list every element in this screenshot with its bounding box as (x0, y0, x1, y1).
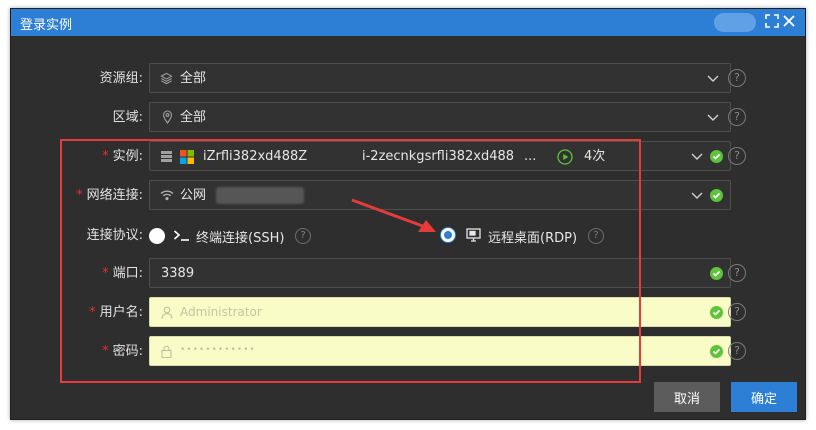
cancel-button[interactable]: 取消 (654, 382, 720, 412)
help-icon[interactable]: ? (728, 147, 746, 165)
check-circle-icon (710, 267, 723, 280)
help-icon[interactable]: ? (728, 264, 746, 282)
help-icon[interactable]: ? (728, 69, 746, 87)
resource-group-select[interactable]: 全部 (149, 63, 731, 93)
confirm-button[interactable]: 确定 (731, 382, 797, 412)
check-circle-icon (710, 150, 723, 163)
region-label: 区域: (112, 110, 143, 125)
dialog-title: 登录实例 (20, 18, 73, 33)
dialog-titlebar: 登录实例 (11, 9, 805, 36)
check-circle-icon (710, 345, 723, 358)
region-value: 全部 (180, 110, 207, 125)
region-select[interactable]: 全部 (149, 102, 731, 132)
layers-icon (160, 72, 173, 89)
chevron-down-icon[interactable] (690, 188, 704, 202)
help-icon[interactable]: ? (728, 108, 746, 126)
annotation-highlight-box (60, 139, 641, 383)
chevron-down-icon[interactable] (706, 71, 720, 85)
maximize-icon[interactable] (764, 13, 780, 29)
help-icon[interactable]: ? (728, 342, 746, 360)
location-pin-icon (162, 110, 173, 128)
help-icon[interactable]: ? (728, 303, 746, 321)
resource-group-value: 全部 (180, 71, 207, 86)
chevron-down-icon[interactable] (706, 110, 720, 124)
titlebar-blurred-area (714, 13, 756, 32)
check-circle-icon (710, 189, 723, 202)
resource-group-label: 资源组: (99, 71, 143, 86)
chevron-down-icon[interactable] (690, 149, 704, 163)
check-circle-icon (710, 306, 723, 319)
close-icon[interactable] (781, 13, 797, 29)
